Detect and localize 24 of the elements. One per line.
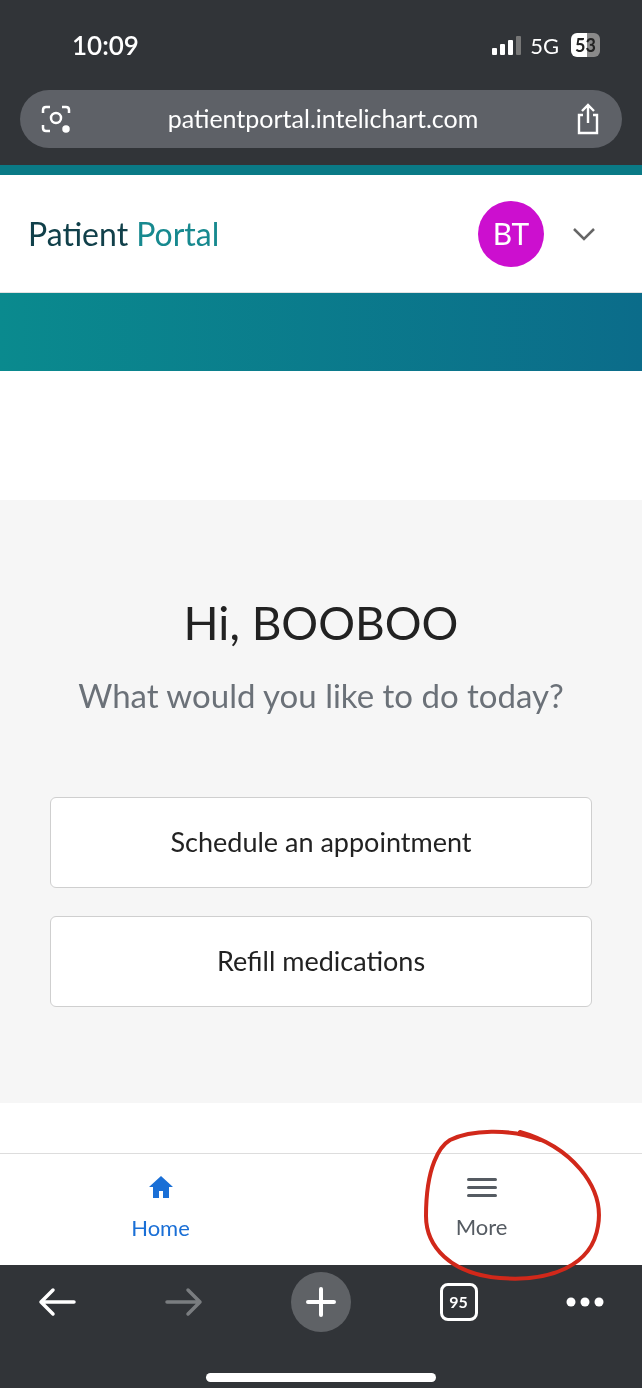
nav-tab[interactable]: More [321, 1154, 642, 1265]
action-button[interactable]: Refill medications [50, 915, 592, 1007]
signal-icon [492, 35, 523, 55]
url-text: patientportal.intelichart.com [167, 102, 479, 136]
battery-indicator: 53 [571, 33, 600, 57]
url-bar[interactable]: patientportal.intelichart.com [20, 90, 622, 148]
brand-name-accent: Portal [136, 212, 220, 255]
camera-search-icon [40, 103, 72, 135]
more-options-icon[interactable] [566, 1297, 604, 1307]
brand-name: Patient [28, 212, 129, 255]
new-tab-icon[interactable] [291, 1272, 351, 1332]
network-label: 5G [530, 30, 560, 61]
menu-icon [466, 1176, 497, 1198]
forward-arrow-icon[interactable] [164, 1287, 203, 1317]
tab-count[interactable]: 95 [439, 1283, 478, 1321]
back-arrow-icon[interactable] [38, 1287, 76, 1317]
chevron-down-icon[interactable] [572, 226, 596, 241]
greeting-subtitle: What would you like to do today? [78, 674, 564, 717]
status-time: 10:09 [72, 27, 139, 63]
avatar[interactable]: BT [478, 200, 544, 267]
home-icon [147, 1175, 174, 1199]
action-button[interactable]: Schedule an appointment [50, 796, 592, 888]
nav-tab[interactable]: Home [0, 1154, 321, 1265]
greeting-title: Hi, BOOBOO [183, 594, 459, 652]
